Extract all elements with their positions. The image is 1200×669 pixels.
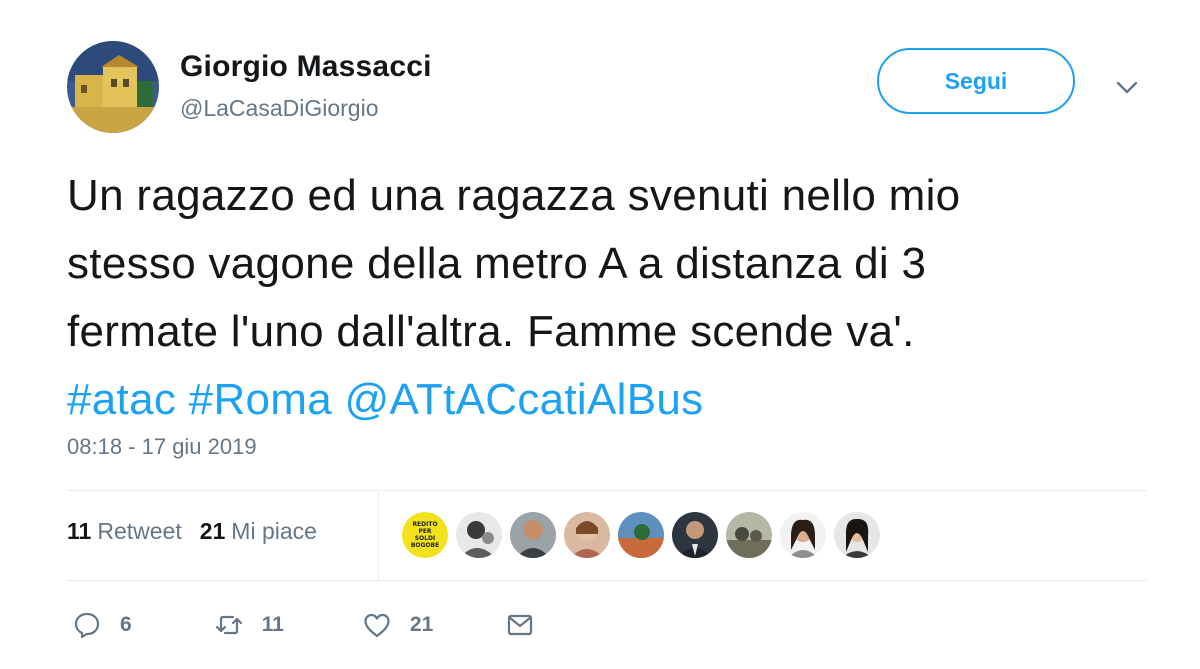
retweet-button[interactable]: 11 bbox=[214, 610, 284, 640]
reply-button[interactable]: 6 bbox=[72, 610, 132, 640]
liker-avatar-3[interactable] bbox=[510, 512, 556, 558]
tweet-text-line: stesso vagone della metro A a distanza d… bbox=[67, 239, 927, 288]
person-avatar-icon bbox=[672, 512, 718, 558]
retweets-stat[interactable]: 11 Retweet bbox=[67, 518, 182, 545]
retweet-count: 11 bbox=[261, 613, 284, 636]
tweet-timestamp[interactable]: 08:18 - 17 giu 2019 bbox=[67, 434, 257, 460]
divider bbox=[67, 580, 1147, 581]
person-avatar-icon bbox=[564, 512, 610, 558]
person-avatar-icon bbox=[456, 512, 502, 558]
more-options-button[interactable] bbox=[1112, 72, 1142, 102]
heart-icon bbox=[364, 613, 390, 638]
liker-avatar-6[interactable] bbox=[672, 512, 718, 558]
tweet-actions: 6 11 21 bbox=[72, 610, 535, 640]
liker-avatar-8[interactable] bbox=[780, 512, 826, 558]
like-button[interactable]: 21 bbox=[362, 610, 433, 640]
liker-avatar-2[interactable] bbox=[456, 512, 502, 558]
follow-button[interactable]: Segui bbox=[877, 48, 1075, 114]
liker-avatar-7[interactable] bbox=[726, 512, 772, 558]
house-painting-avatar-icon bbox=[67, 41, 159, 133]
divider bbox=[67, 490, 1147, 491]
person-avatar-icon bbox=[510, 512, 556, 558]
badge-text: REDITO bbox=[412, 521, 437, 528]
envelope-icon bbox=[508, 614, 533, 636]
like-count: 21 bbox=[409, 613, 434, 636]
direct-message-button[interactable] bbox=[505, 610, 535, 640]
likes-count: 21 bbox=[199, 518, 226, 544]
liker-avatars: REDITO PER SOLDI BOGOBE bbox=[402, 512, 880, 558]
hashtag-link-roma[interactable]: #Roma bbox=[189, 375, 332, 424]
reply-count: 6 bbox=[120, 613, 132, 636]
landscape-avatar-icon bbox=[618, 512, 664, 558]
person-avatar-icon bbox=[780, 512, 826, 558]
hashtag-link-atac[interactable]: #atac bbox=[67, 375, 176, 424]
tweet-hashtags-line: #atac #Roma @ATtACcatiAlBus bbox=[67, 366, 1157, 434]
tweet-stats: 11 Retweet 21 Mi piace bbox=[67, 518, 317, 545]
stats-separator bbox=[378, 492, 379, 580]
landscape-avatar-icon bbox=[726, 512, 772, 558]
tweet-text: Un ragazzo ed una ragazza svenuti nello … bbox=[67, 162, 1157, 434]
likes-label: Mi piace bbox=[231, 518, 317, 544]
reply-icon bbox=[74, 612, 100, 639]
user-display-name[interactable]: Giorgio Massacci bbox=[180, 50, 432, 84]
user-avatar[interactable] bbox=[67, 41, 159, 133]
badge-text: PER bbox=[418, 528, 431, 535]
retweet-icon bbox=[215, 615, 242, 635]
yellow-badge-avatar-icon: REDITO PER SOLDI BOGOBE bbox=[402, 512, 448, 558]
retweets-count: 11 bbox=[67, 518, 92, 544]
badge-text: BOGOBE bbox=[411, 542, 439, 549]
user-handle[interactable]: @LaCasaDiGiorgio bbox=[180, 95, 379, 122]
tweet-text-line: fermate l'uno dall'altra. Famme scende v… bbox=[67, 307, 915, 356]
retweets-label: Retweet bbox=[97, 518, 182, 544]
person-avatar-icon bbox=[834, 512, 880, 558]
tweet-text-line: Un ragazzo ed una ragazza svenuti nello … bbox=[67, 171, 961, 220]
liker-avatar-1[interactable]: REDITO PER SOLDI BOGOBE bbox=[402, 512, 448, 558]
mention-link[interactable]: @ATtACcatiAlBus bbox=[345, 375, 704, 424]
liker-avatar-4[interactable] bbox=[564, 512, 610, 558]
likes-stat[interactable]: 21 Mi piace bbox=[200, 518, 317, 545]
liker-avatar-5[interactable] bbox=[618, 512, 664, 558]
chevron-down-icon bbox=[1116, 81, 1138, 94]
badge-text: SOLDI bbox=[415, 535, 435, 542]
liker-avatar-9[interactable] bbox=[834, 512, 880, 558]
